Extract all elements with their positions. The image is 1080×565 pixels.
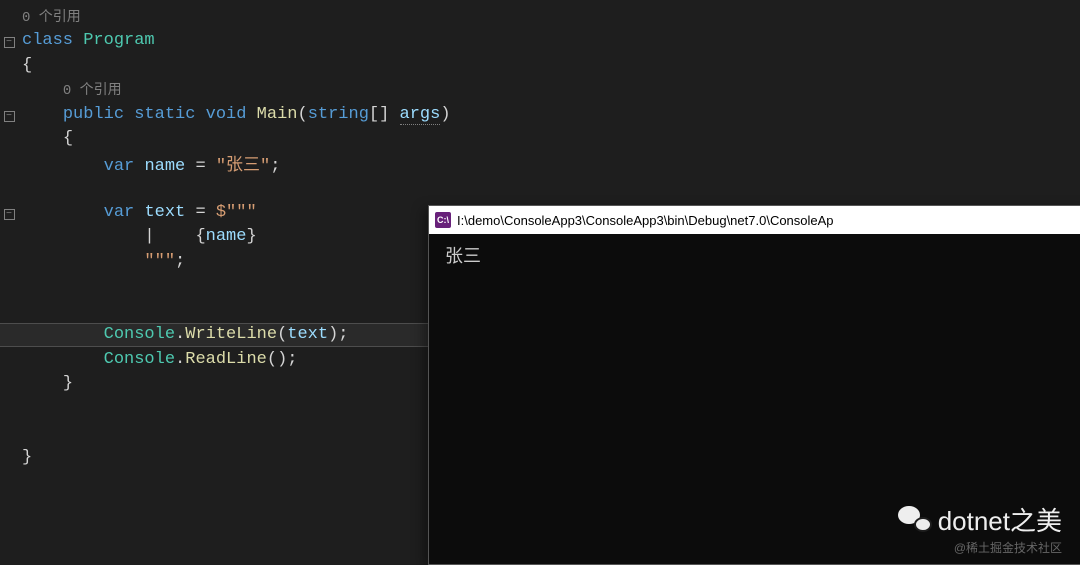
keyword-var: var — [104, 157, 135, 176]
brace-open: { — [63, 129, 73, 148]
brace-close: } — [63, 374, 73, 393]
type-console: Console — [104, 325, 175, 344]
brace-open: { — [18, 56, 32, 75]
watermark: dotnet之美 — [898, 501, 1062, 538]
console-title: I:\demo\ConsoleApp3\ConsoleApp3\bin\Debu… — [457, 213, 834, 228]
param-args: args — [400, 105, 441, 125]
method-readline: ReadLine — [185, 350, 267, 369]
keyword-var: var — [104, 203, 135, 222]
local-var: name — [144, 157, 185, 176]
type-console: Console — [104, 350, 175, 369]
method-writeline: WriteLine — [185, 325, 277, 344]
console-titlebar[interactable]: C:\ I:\demo\ConsoleApp3\ConsoleApp3\bin\… — [429, 206, 1080, 234]
fold-toggle-icon[interactable]: − — [4, 111, 15, 122]
keyword-class: class — [22, 31, 73, 50]
method-name: Main — [257, 105, 298, 124]
keyword-string: string — [308, 105, 369, 124]
wechat-icon — [898, 506, 932, 534]
console-icon: C:\ — [435, 212, 451, 228]
keyword-void: void — [206, 105, 247, 124]
string-literal: "张三" — [216, 157, 270, 176]
interpolation-var: name — [206, 227, 247, 246]
type-name: Program — [83, 31, 154, 50]
keyword-static: static — [134, 105, 195, 124]
fold-toggle-icon[interactable]: − — [4, 37, 15, 48]
fold-toggle-icon[interactable]: − — [4, 209, 15, 220]
keyword-public: public — [63, 105, 124, 124]
console-output: 张三 — [429, 234, 1080, 276]
cursor-pipe: | — [144, 227, 154, 246]
raw-string-close: """ — [144, 252, 175, 271]
references-hint[interactable]: 0 个引用 — [63, 83, 122, 99]
watermark-text: dotnet之美 — [938, 501, 1062, 538]
brace-close: } — [22, 448, 32, 467]
sub-watermark: @稀土掘金技术社区 — [954, 539, 1062, 556]
references-hint[interactable]: 0 个引用 — [18, 6, 81, 26]
raw-string-open: $""" — [216, 203, 257, 222]
local-var: text — [144, 203, 185, 222]
